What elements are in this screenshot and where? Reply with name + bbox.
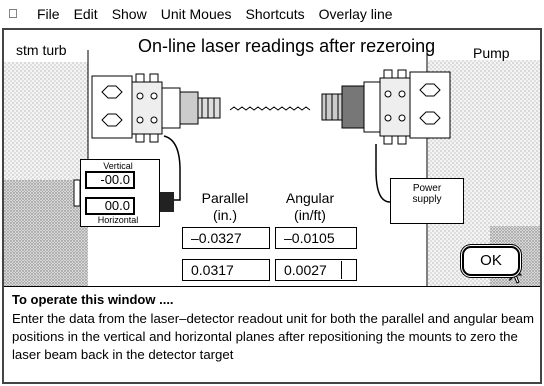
parallel-header-line1: Parallel bbox=[201, 190, 249, 206]
angular-horizontal-field[interactable]: 0.0027 bbox=[275, 259, 357, 281]
power-cable bbox=[375, 144, 391, 203]
left-machine-label: stm turb bbox=[16, 42, 67, 58]
menu-shortcuts[interactable]: Shortcuts bbox=[239, 6, 312, 22]
power-supply-label-line1: Power bbox=[412, 183, 442, 194]
menu-show[interactable]: Show bbox=[105, 6, 154, 22]
readout-vertical-value: -00.0 bbox=[85, 171, 135, 189]
right-bracket-mount bbox=[321, 69, 451, 145]
readout-cable bbox=[160, 135, 181, 201]
power-supply-label: Power supply bbox=[391, 183, 463, 205]
angular-header-line1: Angular bbox=[285, 190, 335, 206]
angular-column-header: Angular (in/ft) bbox=[272, 190, 348, 224]
readout-vertical-label: Vertical bbox=[103, 161, 133, 171]
menu-edit[interactable]: Edit bbox=[67, 6, 105, 22]
angular-header-unit: (in/ft) bbox=[294, 207, 326, 223]
parallel-header-unit: (in.) bbox=[212, 207, 238, 223]
readout-horizontal-value: 00.0 bbox=[85, 197, 135, 215]
power-supply-label-line2: supply bbox=[412, 194, 442, 205]
help-title: To operate this window .... bbox=[12, 292, 174, 307]
parallel-horizontal-field[interactable]: 0.0317 bbox=[182, 259, 270, 281]
alignment-diagram bbox=[4, 50, 540, 286]
steam-turbine-body bbox=[4, 50, 89, 286]
apple-icon[interactable]:  bbox=[8, 6, 30, 21]
parallel-column-header: Parallel (in.) bbox=[186, 190, 264, 224]
readout-horizontal-label: Horizontal bbox=[97, 215, 139, 225]
text-cursor bbox=[341, 261, 342, 279]
readout-connector bbox=[160, 192, 174, 212]
left-bracket-mount bbox=[91, 73, 221, 143]
menu-file[interactable]: File bbox=[30, 6, 67, 22]
laser-beam bbox=[229, 106, 311, 111]
window-title: On-line laser readings after rezeroing bbox=[138, 36, 436, 56]
divider bbox=[4, 286, 540, 287]
readout-unit: Vertical -00.0 00.0 Horizontal bbox=[80, 159, 160, 227]
laser-readings-window: On-line laser readings after rezeroing s… bbox=[2, 28, 542, 384]
menu-unit-moues[interactable]: Unit Moues bbox=[154, 6, 239, 22]
help-panel: To operate this window .... Enter the da… bbox=[12, 292, 538, 364]
power-supply: Power supply bbox=[390, 178, 464, 224]
angular-vertical-field[interactable]: –0.0105 bbox=[275, 227, 357, 249]
ok-button[interactable]: OK bbox=[462, 246, 520, 276]
angular-horizontal-value: 0.0027 bbox=[284, 262, 327, 278]
parallel-vertical-field[interactable]: –0.0327 bbox=[182, 227, 270, 249]
right-machine-label: Pump bbox=[473, 45, 510, 61]
menu-overlay-line[interactable]: Overlay line bbox=[312, 6, 400, 22]
help-text: Enter the data from the laser–detector r… bbox=[12, 311, 534, 362]
menu-bar:  File Edit Show Unit Moues Shortcuts Ov… bbox=[0, 0, 544, 27]
